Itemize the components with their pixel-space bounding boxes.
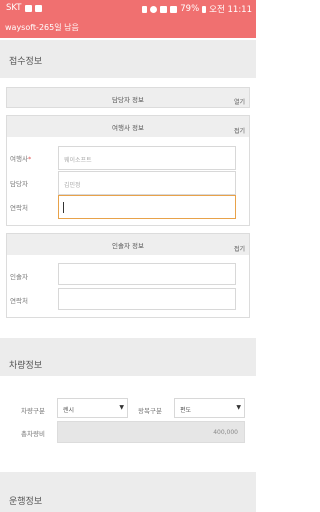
wifi-icon <box>160 5 168 13</box>
section-reception-header: 접수정보 <box>0 40 256 78</box>
manager-panel-toggle[interactable]: 열기 <box>234 97 245 106</box>
vehicle-type-select[interactable]: 렌시 ▼ <box>57 398 128 418</box>
chevron-down-icon: ▼ <box>236 404 241 411</box>
message-icon <box>34 4 42 12</box>
required-mark: * <box>27 155 32 163</box>
signal-icon <box>170 5 178 13</box>
guide-contact-label: 연락처 <box>10 297 28 305</box>
trip-type-label: 왕복구분 <box>138 407 162 415</box>
manager-panel-header[interactable]: 담당자 정보 열기 <box>7 88 249 107</box>
section-reception-title: 접수정보 <box>9 57 43 67</box>
guide-info-panel: 인솔자 정보 접기 인솔자 연락처 <box>6 233 250 318</box>
agency-panel-title: 여행사 정보 <box>112 124 144 132</box>
section-operation-title: 운행정보 <box>9 497 43 507</box>
battery-icon <box>202 5 207 13</box>
agency-panel-toggle[interactable]: 접기 <box>234 126 245 135</box>
total-fare-label: 총차량비 <box>21 430 45 438</box>
status-bar: SKT 79% 오전 11:11 <box>0 0 256 16</box>
app-title: waysoft-265일 남음 <box>5 23 79 32</box>
bluetooth-icon <box>142 5 148 13</box>
contact-label: 연락처 <box>10 204 28 212</box>
guide-label: 인솔자 <box>10 273 28 281</box>
text-caret <box>63 202 64 213</box>
guide-panel-title: 인솔자 정보 <box>112 242 144 250</box>
vehicle-type-label: 차량구분 <box>21 407 45 415</box>
battery-level: 79% <box>180 4 200 14</box>
clock: 오전 11:11 <box>209 5 252 15</box>
guide-panel-toggle[interactable]: 접기 <box>234 244 245 253</box>
guide-panel-header[interactable]: 인솔자 정보 접기 <box>7 234 249 255</box>
section-vehicle-title: 차량정보 <box>9 361 43 371</box>
agency-info-panel: 여행사 정보 접기 여행사* 웨이소프트 담당자 김민정 연락처 <box>6 115 250 226</box>
agency-panel-header[interactable]: 여행사 정보 접기 <box>7 116 249 137</box>
trip-type-select[interactable]: 편도 ▼ <box>174 398 245 418</box>
alarm-icon <box>150 5 158 13</box>
total-fare-field: 400,000 <box>57 421 245 443</box>
guide-input[interactable] <box>58 263 236 285</box>
manager-input[interactable]: 김민정 <box>58 171 236 195</box>
section-vehicle-header: 차량정보 <box>0 338 256 376</box>
manager-panel-title: 담당자 정보 <box>112 96 144 104</box>
contact-input[interactable] <box>58 195 236 219</box>
manager-info-panel[interactable]: 담당자 정보 열기 <box>6 87 250 108</box>
guide-contact-input[interactable] <box>58 288 236 310</box>
section-operation-header: 운행정보 <box>0 472 256 512</box>
carrier-label: SKT <box>6 3 22 13</box>
vehicle-type-value: 렌시 <box>63 407 75 414</box>
manager-label: 담당자 <box>10 180 28 188</box>
agency-label: 여행사* <box>10 155 32 163</box>
chevron-down-icon: ▼ <box>119 404 124 411</box>
app-bar: waysoft-265일 남음 <box>0 16 256 38</box>
agency-input[interactable]: 웨이소프트 <box>58 146 236 170</box>
agency-placeholder: 웨이소프트 <box>64 157 92 164</box>
total-fare-value: 400,000 <box>213 429 238 436</box>
trip-type-value: 편도 <box>180 407 192 414</box>
manager-placeholder: 김민정 <box>64 182 81 189</box>
notification-icon <box>24 4 32 12</box>
